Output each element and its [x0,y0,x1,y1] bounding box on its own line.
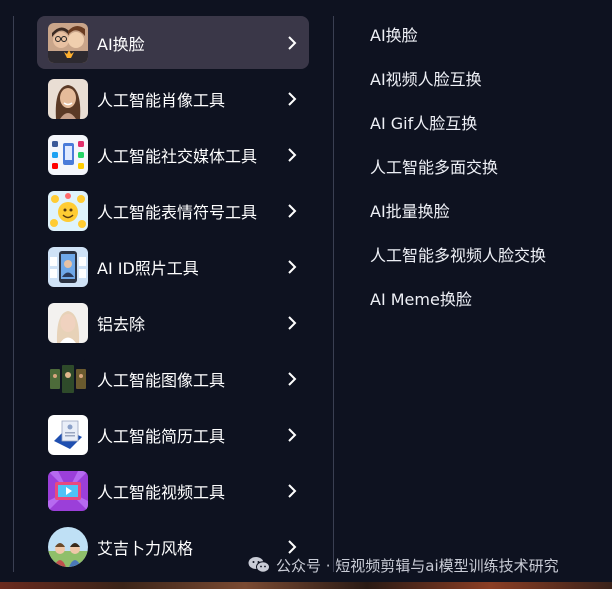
image-tools-thumb [48,358,88,399]
face-swap-submenu: AI换脸 AI视频人脸互换 AI Gif人脸互换 人工智能多面交换 AI批量换脸… [370,14,546,322]
watermark-text: 公众号 · 短视频剪辑与ai模型训练技术研究 [276,556,559,575]
submenu-item-meme-face-swap[interactable]: AI Meme换脸 [370,278,546,322]
submenu-item-multi-video-face-swap[interactable]: 人工智能多视频人脸交换 [370,234,546,278]
chevron-right-icon [288,315,297,330]
id-photo-thumb [48,246,88,287]
chevron-right-icon [288,371,297,386]
menu-item-face-swap[interactable]: AI换脸 [37,16,309,69]
menu-item-social-media-tools[interactable]: 人工智能社交媒体工具 [37,128,309,181]
chevron-right-icon [288,427,297,442]
background-strip [0,582,612,589]
chevron-right-icon [288,483,297,498]
column-divider [333,16,334,572]
menu-item-image-tools[interactable]: 人工智能图像工具 [37,352,309,405]
submenu-item-batch-face-swap[interactable]: AI批量换脸 [370,190,546,234]
menu-item-portrait-tools[interactable]: 人工智能肖像工具 [37,72,309,125]
menu-item-remove-tool[interactable]: 铝去除 [37,296,309,349]
watermark: 公众号 · 短视频剪辑与ai模型训练技术研究 [248,552,559,578]
menu-item-label: 人工智能肖像工具 [97,90,226,110]
chevron-right-icon [288,203,297,218]
resume-thumb [48,414,88,455]
chevron-right-icon [288,259,297,274]
face-swap-thumb [48,22,88,63]
submenu-item-video-face-swap[interactable]: AI视频人脸互换 [370,58,546,102]
submenu-item-multi-face-swap[interactable]: 人工智能多面交换 [370,146,546,190]
chevron-right-icon [288,147,297,162]
menu-item-label: AI ID照片工具 [97,258,199,278]
menu-item-label: 人工智能图像工具 [97,370,226,390]
menu-item-label: 铝去除 [97,314,146,334]
emoji-thumb [48,190,88,231]
remove-thumb [48,302,88,343]
left-divider [13,16,14,572]
chevron-right-icon [288,35,297,50]
submenu-item-gif-face-swap[interactable]: AI Gif人脸互换 [370,102,546,146]
menu-item-label: AI换脸 [97,34,145,54]
submenu-item-ai-face-swap[interactable]: AI换脸 [370,14,546,58]
menu-item-video-tools[interactable]: 人工智能视频工具 [37,464,309,517]
wechat-icon [248,557,270,573]
social-media-thumb [48,134,88,175]
menu-item-label: 人工智能社交媒体工具 [97,146,258,166]
ghibli-thumb [48,526,88,567]
menu-item-resume-tools[interactable]: 人工智能简历工具 [37,408,309,461]
chevron-right-icon [288,91,297,106]
video-tools-thumb [48,470,88,511]
menu-item-label: 人工智能视频工具 [97,482,226,502]
dropdown-panel: AI换脸 人工智能肖像工具 人工智能社交媒体工具 人工智能表情符号工具 AI I… [0,0,612,582]
menu-item-id-photo-tools[interactable]: AI ID照片工具 [37,240,309,293]
menu-item-emoji-tools[interactable]: 人工智能表情符号工具 [37,184,309,237]
portrait-thumb [48,78,88,119]
tools-menu: AI换脸 人工智能肖像工具 人工智能社交媒体工具 人工智能表情符号工具 AI I… [37,16,309,576]
menu-item-label: 艾吉卜力风格 [97,538,194,558]
menu-item-label: 人工智能简历工具 [97,426,226,446]
menu-item-label: 人工智能表情符号工具 [97,202,258,222]
